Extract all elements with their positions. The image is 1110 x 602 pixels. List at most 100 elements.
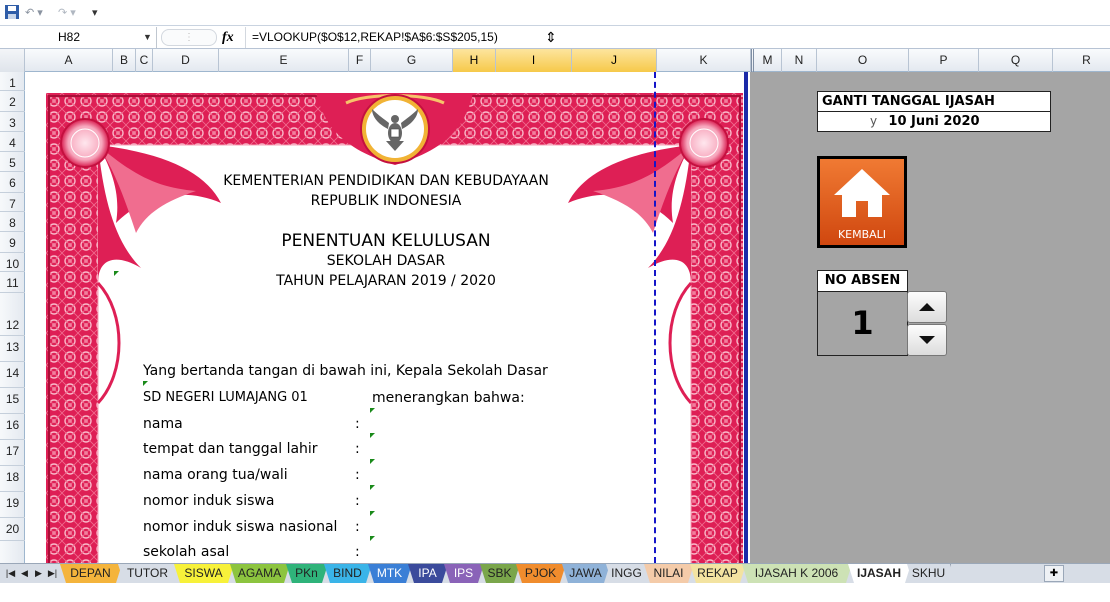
- name-box-dropdown-icon[interactable]: ▼: [143, 27, 152, 48]
- insert-sheet-icon[interactable]: ✚: [1044, 565, 1064, 582]
- field-separator: :: [355, 544, 360, 560]
- column-header-j[interactable]: J: [572, 49, 657, 72]
- next-sheet-icon[interactable]: ▶: [32, 564, 45, 583]
- row-header-6[interactable]: 6: [0, 172, 25, 193]
- column-header-q[interactable]: Q: [979, 49, 1053, 72]
- column-header-m[interactable]: M: [751, 49, 782, 72]
- row-header-2[interactable]: 2: [0, 91, 25, 112]
- sheet-tab-skhu[interactable]: SKHU: [907, 564, 951, 583]
- row-header-14[interactable]: 14: [0, 362, 25, 388]
- last-sheet-icon[interactable]: ▶|: [46, 564, 59, 583]
- ministry-heading: KEMENTERIAN PENDIDIKAN DAN KEBUDAYAAN: [223, 173, 549, 189]
- field-label: sekolah asal: [143, 544, 230, 560]
- prev-sheet-icon[interactable]: ◀: [18, 564, 31, 583]
- row-header-17[interactable]: 17: [0, 440, 25, 466]
- field-separator: :: [355, 441, 360, 457]
- sheet-tab-pkn[interactable]: PKn: [286, 564, 328, 583]
- cell-comment-marker: [370, 511, 375, 516]
- row-header-4[interactable]: 4: [0, 132, 25, 152]
- worksheet-area[interactable]: KEMENTERIAN PENDIDIKAN DAN KEBUDAYAAN RE…: [25, 72, 750, 563]
- sheet-tab-ips[interactable]: IPS: [444, 564, 484, 583]
- first-sheet-icon[interactable]: |◀: [4, 564, 17, 583]
- roll-number-label: NO ABSEN: [817, 270, 908, 292]
- undo-icon[interactable]: ↶ ▾: [25, 4, 43, 22]
- column-header-o[interactable]: O: [817, 49, 909, 72]
- insert-function-icon[interactable]: fx: [222, 27, 234, 48]
- column-header-i[interactable]: I: [496, 49, 572, 72]
- row-header-15[interactable]: 15: [0, 388, 25, 414]
- sheet-tab-ijasah-k-2006[interactable]: IJASAH K 2006: [742, 564, 852, 583]
- change-date-box: GANTI TANGGAL IJASAH 10 Juni 2020 y: [817, 91, 1051, 132]
- column-header-n[interactable]: N: [782, 49, 817, 72]
- sheet-tab-ipa[interactable]: IPA: [408, 564, 448, 583]
- date-overflow-text: y: [870, 114, 878, 128]
- sheet-tab-pjok[interactable]: PJOK: [516, 564, 566, 583]
- school-level: SEKOLAH DASAR: [326, 253, 446, 269]
- back-button[interactable]: KEMBALI: [817, 156, 907, 248]
- row-header-8[interactable]: 8: [0, 212, 25, 232]
- sheet-tab-depan[interactable]: DEPAN: [60, 564, 122, 583]
- certificate-date-field[interactable]: 10 Juni 2020: [818, 112, 1050, 131]
- row-header-3[interactable]: 3: [0, 112, 25, 132]
- row-header-19[interactable]: 19: [0, 492, 25, 518]
- formula-bar: H82 ▼ ⋮ fx =VLOOKUP($O$12,REKAP!$A$6:$S$…: [0, 26, 1110, 49]
- declares-text: menerangkan bahwa:: [372, 390, 525, 406]
- arrow-down-icon: [919, 336, 935, 344]
- row-header-9[interactable]: 9: [0, 232, 25, 253]
- sheet-tab-mtk[interactable]: MTK: [368, 564, 412, 583]
- column-header-d[interactable]: D: [153, 49, 219, 72]
- column-header-b[interactable]: B: [113, 49, 136, 72]
- field-label: nama orang tua/wali: [143, 467, 288, 483]
- row-header-18[interactable]: 18: [0, 466, 25, 492]
- roll-number-up-button[interactable]: [907, 291, 947, 323]
- roll-number-down-button[interactable]: [907, 324, 947, 356]
- column-header-h[interactable]: H: [453, 49, 496, 72]
- row-header-5[interactable]: 5: [0, 152, 25, 172]
- customize-toolbar-icon[interactable]: ▾: [92, 4, 98, 22]
- sheet-tab-siswa[interactable]: SISWA: [174, 564, 234, 583]
- sheet-tab-ingg[interactable]: INGG: [606, 564, 648, 583]
- column-header-c[interactable]: C: [136, 49, 153, 72]
- formula-input[interactable]: =VLOOKUP($O$12,REKAP!$A$6:$S$205,15): [245, 27, 1110, 48]
- column-header-p[interactable]: P: [909, 49, 979, 72]
- row-header-16[interactable]: 16: [0, 414, 25, 440]
- field-label: tempat dan tanggal lahir: [143, 441, 318, 457]
- resize-cursor-icon: ⇕: [545, 29, 557, 45]
- column-header-a[interactable]: A: [25, 49, 113, 72]
- change-date-label: GANTI TANGGAL IJASAH: [818, 92, 1050, 112]
- column-header-g[interactable]: G: [371, 49, 453, 72]
- column-header-e[interactable]: E: [219, 49, 349, 72]
- sheet-tab-ijasah-k13[interactable]: IJASAH K13: [848, 564, 911, 583]
- row-header-12[interactable]: 12: [0, 293, 25, 336]
- formula-bar-buttons: ⋮: [161, 29, 217, 46]
- field-separator: :: [355, 519, 360, 535]
- save-icon[interactable]: [4, 4, 20, 22]
- academic-year: TAHUN PELAJARAN 2019 / 2020: [276, 273, 496, 289]
- sheet-tab-nilai[interactable]: NILAI: [644, 564, 694, 583]
- field-label: nomor induk siswa nasional: [143, 519, 338, 535]
- field-label: nomor induk siswa: [143, 493, 275, 509]
- sheet-tab-sbk[interactable]: SBK: [480, 564, 520, 583]
- column-header-r[interactable]: R: [1053, 49, 1110, 72]
- field-separator: :: [355, 416, 360, 432]
- row-header-10[interactable]: 10: [0, 253, 25, 272]
- row-header-11[interactable]: 11: [0, 272, 25, 293]
- sheet-tab-rekap[interactable]: REKAP: [690, 564, 746, 583]
- sheet-tab-jawa[interactable]: JAWA: [562, 564, 610, 583]
- select-all-corner[interactable]: [0, 49, 25, 72]
- cell-comment-marker: [370, 408, 375, 413]
- back-button-label: KEMBALI: [837, 228, 887, 241]
- name-box[interactable]: H82: [0, 27, 157, 48]
- row-header-20[interactable]: 20: [0, 518, 25, 541]
- sheet-tab-bind[interactable]: BIND: [324, 564, 372, 583]
- cell-comment-marker: [370, 536, 375, 541]
- row-header-13[interactable]: 13: [0, 336, 25, 362]
- redo-icon[interactable]: ↷ ▾: [58, 4, 76, 22]
- column-header-f[interactable]: F: [349, 49, 371, 72]
- column-header-k[interactable]: K: [657, 49, 751, 72]
- sheet-tab-tutor[interactable]: TUTOR: [118, 564, 178, 583]
- field-separator: :: [355, 493, 360, 509]
- sheet-tab-agama[interactable]: AGAMA: [230, 564, 290, 583]
- row-header-7[interactable]: 7: [0, 193, 25, 212]
- row-header-1[interactable]: 1: [0, 72, 25, 91]
